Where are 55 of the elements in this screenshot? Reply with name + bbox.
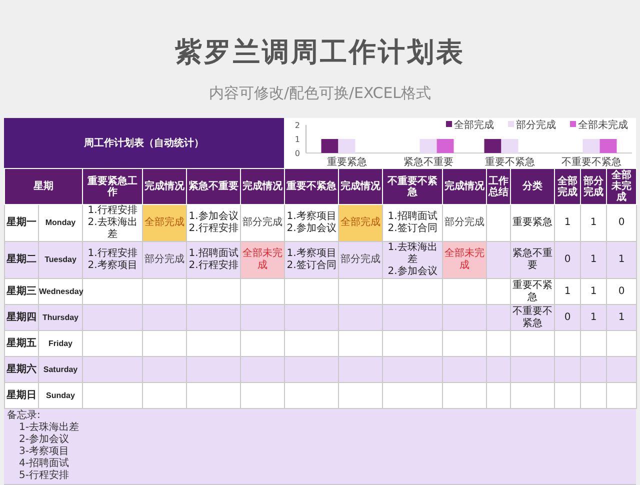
column-header: 不重要不紧急 (382, 168, 442, 204)
memo-item: 2-参加会议 (18, 434, 70, 446)
count-cell: 1 (580, 242, 606, 278)
column-header: 星期 (4, 168, 82, 204)
memo-item: 1-去珠海出差 (18, 422, 80, 434)
y-tick-label: 0 (294, 149, 300, 158)
category-label: 重要紧急 (326, 157, 367, 168)
column-header: 完成情况 (142, 168, 186, 204)
column-header: 部分完成 (580, 168, 606, 204)
legend-label: 部分完成 (516, 120, 556, 131)
status-cell: 全部未完成 (442, 242, 486, 278)
count-cell: 1 (606, 242, 636, 278)
page-subtitle: 内容可修改/配色可换/EXCEL格式 (208, 84, 432, 103)
status-cell: 全部未完成 (240, 242, 284, 278)
column-header: 重要不紧急 (284, 168, 338, 204)
day-cell: Saturday (38, 356, 82, 382)
count-cell: 0 (554, 304, 580, 330)
count-cell: 1 (580, 304, 606, 330)
task-cell: 1.考察项目 2.签订合同 (284, 242, 338, 278)
column-header: 全部未完成 (606, 168, 636, 204)
task-cell: 1.行程安排 2.考察项目 (82, 242, 142, 278)
column-header: 重要紧急工作 (82, 168, 142, 204)
category-cell: 紧急不重要 (510, 242, 554, 278)
memo-item: 4-招聘面试 (18, 458, 70, 470)
memo-item: 5-行程安排 (18, 470, 70, 482)
column-header: 完成情况 (240, 168, 284, 204)
status-cell: 部分完成 (142, 242, 186, 278)
column-header: 完成情况 (442, 168, 486, 204)
memo-title: 备忘录: (7, 410, 42, 422)
count-cell: 0 (554, 242, 580, 278)
y-tick-label: 1 (294, 135, 300, 144)
category-label: 不重要不紧急 (561, 157, 622, 168)
category-cell: 不重要不紧急 (510, 304, 554, 330)
legend-label: 全部完成 (454, 120, 494, 131)
day-cell: 星期六 (4, 356, 38, 382)
day-cell: Thursday (38, 304, 82, 330)
status-cell: 部分完成 (338, 242, 382, 278)
day-cell: 星期四 (4, 304, 38, 330)
sheet-title: 周工作计划表（自动统计） (4, 118, 284, 168)
page-title: 紫罗兰调周工作计划表 (175, 36, 465, 70)
column-header: 紧急不重要 (186, 168, 240, 204)
day-cell: 星期二 (4, 242, 38, 278)
count-cell: 1 (606, 304, 636, 330)
column-header: 分类 (510, 168, 554, 204)
status-cell: 全部完成 (338, 204, 382, 242)
category-label: 紧急不重要 (403, 157, 454, 168)
category-label: 重要不紧急 (484, 157, 535, 168)
column-header: 全部完成 (554, 168, 580, 204)
y-tick-label: 2 (294, 121, 300, 130)
column-header: 工作总结 (486, 168, 510, 204)
legend-label: 全部未完成 (578, 120, 628, 131)
memo-item: 3-考察项目 (18, 446, 70, 458)
column-header: 完成情况 (338, 168, 382, 204)
day-cell: Tuesday (38, 242, 82, 278)
status-cell: 全部完成 (142, 204, 186, 242)
